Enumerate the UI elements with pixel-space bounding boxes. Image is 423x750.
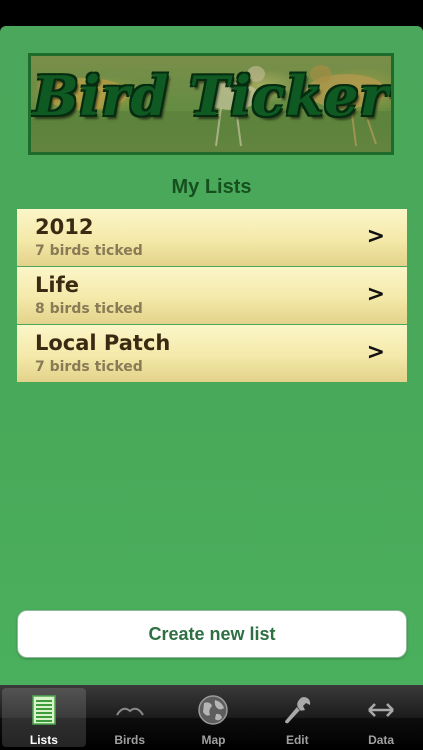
bird-ticker-banner: Bird Ticker [28,53,394,155]
lists-table: 2012 7 birds ticked > Life 8 birds ticke… [17,209,407,383]
tab-label: Lists [29,733,58,747]
chevron-right-icon: > [366,282,385,307]
app-logo-title: Bird Ticker [33,64,389,128]
tab-label: Map [201,733,226,747]
tab-data[interactable]: Data [339,685,423,750]
app-screen: Bird Ticker My Lists 2012 7 birds ticked… [0,26,423,685]
list-item-local-patch[interactable]: Local Patch 7 birds ticked > [17,325,407,382]
wrench-icon [285,697,311,724]
tab-bar: Lists Birds Map Edit Data [0,685,423,750]
list-item-count: 8 birds ticked [35,301,143,317]
bird-icon [115,707,144,716]
tab-lists[interactable]: Lists [2,688,86,747]
tab-edit[interactable]: Edit [255,685,339,750]
tab-map[interactable]: Map [172,685,256,750]
list-item-life[interactable]: Life 8 birds ticked > [17,267,407,324]
list-item-count: 7 birds ticked [35,359,143,375]
list-item-title: 2012 [35,215,94,239]
tab-birds[interactable]: Birds [88,685,172,750]
chevron-right-icon: > [366,340,385,365]
tab-label: Birds [114,733,146,747]
tab-label: Edit [285,733,309,747]
list-item-2012[interactable]: 2012 7 birds ticked > [17,209,407,266]
section-title: My Lists [171,176,252,198]
list-item-count: 7 birds ticked [35,243,143,259]
status-bar [0,0,423,26]
create-new-list-button[interactable]: Create new list [17,610,407,658]
arrows-icon [368,703,394,717]
list-item-title: Local Patch [35,331,171,355]
tab-label: Data [368,733,395,747]
globe-icon [198,695,229,725]
list-item-title: Life [35,273,79,297]
lists-icon [32,695,56,725]
chevron-right-icon: > [366,224,385,249]
